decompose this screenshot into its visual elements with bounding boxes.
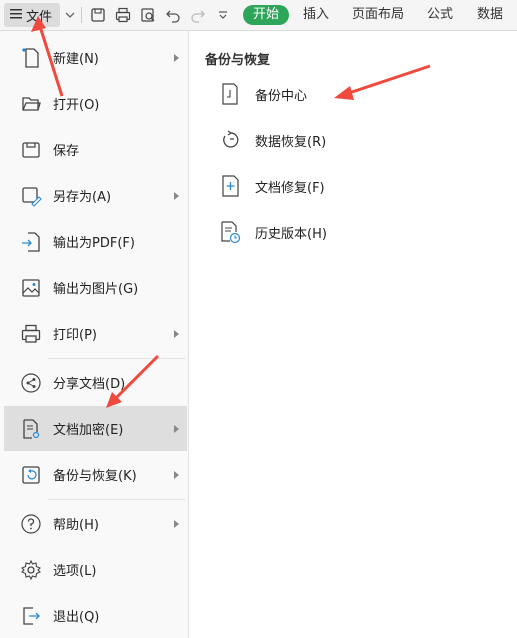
tab-page-layout[interactable]: 页面布局 bbox=[352, 5, 404, 25]
submenu-arrow-icon bbox=[174, 424, 179, 433]
menu-item-new[interactable]: 新建(N) bbox=[4, 35, 187, 80]
hamburger-icon bbox=[10, 8, 22, 23]
top-toolbar: 文件 开始 插入 页面布局 公式 数据 bbox=[0, 0, 517, 31]
submenu-arrow-icon bbox=[174, 470, 179, 479]
redo-icon[interactable] bbox=[189, 6, 207, 24]
doc-repair-icon bbox=[219, 174, 241, 198]
panel-item-label: 文档修复(F) bbox=[255, 180, 325, 196]
menu-item-save-as[interactable]: 另存为(A) bbox=[4, 173, 187, 218]
printer-icon bbox=[20, 323, 42, 345]
panel-item-label: 数据恢复(R) bbox=[255, 134, 327, 150]
menu-item-label: 备份与恢复(K) bbox=[53, 469, 137, 484]
menu-item-open[interactable]: 打开(O) bbox=[4, 81, 187, 126]
menu-item-label: 分享文档(D) bbox=[53, 377, 126, 392]
file-menu-button[interactable]: 文件 bbox=[4, 3, 60, 27]
panel-item-data-recovery[interactable]: 数据恢复(R) bbox=[213, 125, 413, 155]
share-icon bbox=[20, 372, 42, 394]
menu-item-label: 另存为(A) bbox=[53, 190, 112, 205]
submenu-arrow-icon bbox=[174, 519, 179, 528]
folder-open-icon bbox=[20, 93, 42, 115]
tab-data[interactable]: 数据 bbox=[477, 5, 503, 25]
chevron-down-icon[interactable] bbox=[61, 6, 79, 24]
panel-title: 备份与恢复 bbox=[205, 53, 271, 68]
tab-formulas[interactable]: 公式 bbox=[427, 5, 453, 25]
help-icon bbox=[20, 513, 42, 535]
save-icon bbox=[20, 139, 42, 161]
tab-insert[interactable]: 插入 bbox=[303, 5, 329, 25]
menu-item-label: 输出为PDF(F) bbox=[53, 236, 135, 251]
new-file-icon bbox=[20, 47, 42, 69]
backup-center-icon bbox=[219, 82, 241, 106]
file-menu-label: 文件 bbox=[26, 9, 53, 25]
menu-item-encrypt[interactable]: 文档加密(E) bbox=[4, 406, 187, 451]
menu-item-options[interactable]: 选项(L) bbox=[4, 547, 187, 592]
print-preview-icon[interactable] bbox=[139, 6, 157, 24]
menu-item-label: 退出(Q) bbox=[53, 610, 100, 625]
toolbar-separator bbox=[81, 7, 82, 23]
menu-item-export-image[interactable]: 输出为图片(G) bbox=[4, 265, 187, 310]
menu-item-label: 打印(P) bbox=[53, 328, 97, 343]
save-as-icon bbox=[20, 185, 42, 207]
menu-item-label: 新建(N) bbox=[53, 52, 99, 67]
menu-item-label: 文档加密(E) bbox=[53, 423, 124, 438]
export-pdf-icon bbox=[20, 231, 42, 253]
menu-item-backup-restore[interactable]: 备份与恢复(K) bbox=[4, 452, 187, 497]
menu-divider bbox=[48, 358, 185, 359]
export-image-icon bbox=[20, 277, 42, 299]
submenu-arrow-icon bbox=[174, 191, 179, 200]
menu-item-export-pdf[interactable]: 输出为PDF(F) bbox=[4, 219, 187, 264]
menu-item-label: 打开(O) bbox=[53, 98, 100, 113]
backup-restore-icon bbox=[20, 464, 42, 486]
backup-restore-panel: 备份与恢复 备份中心 数据恢复(R) 文档修复(F) 历史版本(H) bbox=[189, 31, 517, 638]
file-menu: 新建(N) 打开(O) 保存 另存为(A) 输出为PDF(F) 输出为图片(G) bbox=[0, 31, 189, 638]
submenu-arrow-icon bbox=[174, 53, 179, 62]
menu-item-exit[interactable]: 退出(Q) bbox=[4, 593, 187, 638]
panel-item-doc-repair[interactable]: 文档修复(F) bbox=[213, 171, 413, 201]
gear-icon bbox=[20, 559, 42, 581]
undo-icon[interactable] bbox=[164, 6, 182, 24]
menu-item-help[interactable]: 帮助(H) bbox=[4, 501, 187, 546]
menu-item-label: 帮助(H) bbox=[53, 518, 99, 533]
menu-item-print[interactable]: 打印(P) bbox=[4, 311, 187, 356]
exit-icon bbox=[20, 605, 42, 627]
menu-item-save[interactable]: 保存 bbox=[4, 127, 187, 172]
quick-access-dropdown-icon[interactable] bbox=[214, 6, 232, 24]
submenu-arrow-icon bbox=[174, 329, 179, 338]
encrypt-doc-icon bbox=[20, 418, 42, 440]
tab-home[interactable]: 开始 bbox=[243, 5, 290, 25]
data-recovery-icon bbox=[219, 128, 241, 152]
history-version-icon bbox=[219, 220, 241, 244]
menu-item-share[interactable]: 分享文档(D) bbox=[4, 360, 187, 405]
save-icon[interactable] bbox=[89, 6, 107, 24]
menu-item-label: 保存 bbox=[53, 144, 80, 159]
panel-item-history-version[interactable]: 历史版本(H) bbox=[213, 217, 413, 247]
printer-icon[interactable] bbox=[114, 6, 132, 24]
menu-divider bbox=[48, 499, 185, 500]
menu-item-label: 选项(L) bbox=[53, 564, 97, 579]
panel-item-label: 备份中心 bbox=[255, 88, 308, 104]
menu-item-label: 输出为图片(G) bbox=[53, 282, 139, 297]
panel-item-label: 历史版本(H) bbox=[255, 226, 327, 242]
panel-item-backup-center[interactable]: 备份中心 bbox=[213, 79, 413, 109]
